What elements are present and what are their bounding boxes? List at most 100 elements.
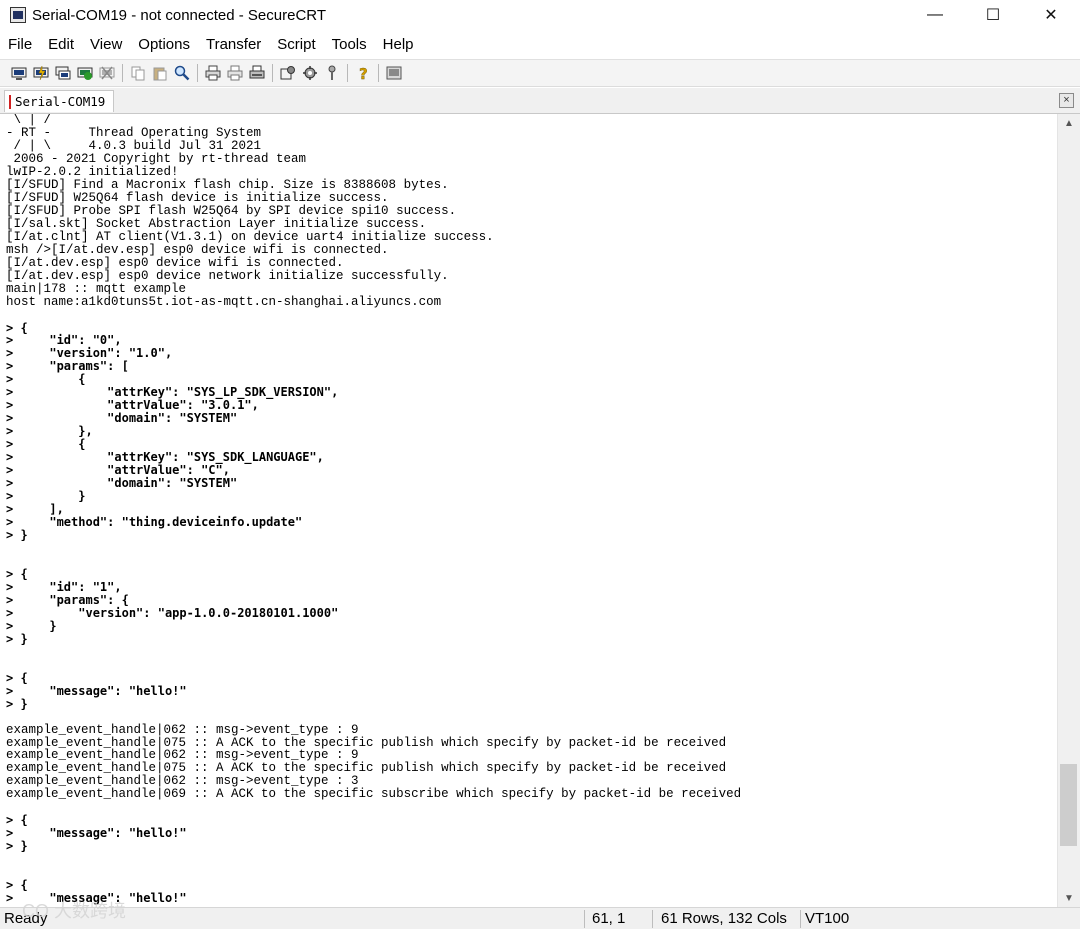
window-controls: — ☐ ✕ — [906, 0, 1080, 30]
status-divider — [652, 910, 653, 928]
maximize-button[interactable]: ☐ — [964, 0, 1022, 30]
terminal-line: > } — [6, 839, 28, 854]
terminal-line: > { — [6, 566, 28, 581]
emulation-mode: VT100 — [805, 910, 850, 927]
terminal-line: main|178 :: mqtt example — [6, 281, 187, 296]
find-icon[interactable] — [173, 64, 191, 82]
menu-bar: File Edit View Options Transfer Script T… — [0, 32, 422, 56]
session-tab-strip: Serial-COM19 × — [0, 88, 1080, 114]
terminal-line: > } — [6, 696, 28, 711]
menu-tools[interactable]: Tools — [324, 36, 375, 53]
connect-icon[interactable] — [10, 64, 28, 82]
toolbar-separator — [378, 64, 379, 82]
terminal-line: > } — [6, 528, 28, 542]
terminal-line: - RT - Thread Operating System — [6, 125, 262, 140]
menu-help[interactable]: Help — [375, 36, 422, 53]
terminal-output[interactable]: \ | / - RT - Thread Operating System / | … — [0, 114, 1057, 907]
terminal-line: / | \ 4.0.3 build Jul 31 2021 — [6, 138, 262, 153]
paste-icon[interactable] — [151, 64, 169, 82]
scrollbar-thumb[interactable] — [1060, 764, 1077, 846]
terminal-line: > "message": "hello!" — [6, 683, 187, 698]
scroll-down-arrow-icon[interactable]: ▼ — [1058, 889, 1080, 907]
terminal-line: [I/SFUD] Probe SPI flash W25Q64 by SPI d… — [6, 203, 457, 218]
menu-script[interactable]: Script — [269, 36, 323, 53]
title-bar: Serial-COM19 - not connected - SecureCRT… — [0, 0, 1080, 30]
menu-edit[interactable]: Edit — [40, 36, 82, 53]
toolbar-separator — [272, 64, 273, 82]
help-icon[interactable]: ? — [354, 64, 372, 82]
keymap-icon[interactable] — [323, 64, 341, 82]
terminal-line: example_event_handle|069 :: A ACK to the… — [6, 787, 742, 802]
svg-text:?: ? — [359, 65, 368, 81]
terminal-line: 2006 - 2021 Copyright by rt-thread team — [6, 151, 307, 166]
terminal-line: [I/SFUD] Find a Macronix flash chip. Siz… — [6, 177, 449, 192]
scroll-up-arrow-icon[interactable]: ▲ — [1058, 114, 1080, 132]
terminal-text: \ | / - RT - Thread Operating System / | … — [0, 114, 1057, 905]
terminal-size: 61 Rows, 132 Cols — [661, 910, 787, 927]
terminal-line: > "params": { — [6, 592, 129, 607]
menu-file[interactable]: File — [0, 36, 40, 53]
toolbar-separator — [122, 64, 123, 82]
terminal-line: > "domain": "SYSTEM" — [6, 411, 238, 426]
print-icon[interactable] — [204, 64, 222, 82]
terminal-line: > "message": "hello!" — [6, 891, 187, 906]
window-title: Serial-COM19 - not connected - SecureCRT — [32, 6, 327, 24]
toolbar: ? — [0, 59, 1080, 87]
terminal-line: > "version": "app-1.0.0-20180101.1000" — [6, 605, 339, 620]
terminal-line: > "id": "1", — [6, 579, 122, 594]
terminal-line: > } — [6, 618, 57, 633]
menu-options[interactable]: Options — [130, 36, 198, 53]
menu-view[interactable]: View — [82, 36, 130, 53]
status-bar: Ready 61, 1 61 Rows, 132 Cols VT100 — [0, 907, 1080, 929]
terminal-line: [I/sal.skt] Socket Abstraction Layer ini… — [6, 216, 427, 231]
terminal-line: > "params": [ — [6, 359, 129, 374]
terminal-line: > "method": "thing.deviceinfo.update" — [6, 515, 303, 530]
terminal-line: > }, — [6, 424, 93, 439]
terminal-line: host name:a1kd0tuns5t.iot-as-mqtt.cn-sha… — [6, 294, 442, 309]
global-options-icon[interactable] — [301, 64, 319, 82]
terminal-line: example_event_handle|062 :: msg->event_t… — [6, 722, 359, 737]
menu-transfer[interactable]: Transfer — [198, 36, 269, 53]
terminal-line: > { — [6, 670, 28, 685]
vertical-scrollbar[interactable]: ▲ ▼ — [1057, 114, 1080, 907]
connect-tab-icon[interactable] — [54, 64, 72, 82]
terminal-line: > { — [6, 320, 28, 335]
print-selection-icon[interactable] — [226, 64, 244, 82]
terminal-line: lwIP-2.0.2 initialized! — [6, 164, 179, 179]
terminal-line: [I/SFUD] W25Q64 flash device is initiali… — [6, 190, 389, 205]
toolbar-separator — [197, 64, 198, 82]
cursor-position: 61, 1 — [592, 910, 626, 927]
disconnect-icon[interactable] — [98, 64, 116, 82]
toolbar-separator — [347, 64, 348, 82]
terminal-line: > "message": "hello!" — [6, 826, 187, 841]
terminal-line: [I/at.dev.esp] esp0 device wifi is conne… — [6, 255, 344, 270]
minimize-button[interactable]: — — [906, 0, 964, 30]
terminal-line: > "version": "1.0", — [6, 346, 173, 361]
tab-serial-com19[interactable]: Serial-COM19 — [4, 90, 115, 112]
terminal-line: > } — [6, 631, 28, 646]
status-divider — [584, 910, 585, 928]
securecrt-app-icon[interactable] — [10, 7, 26, 23]
reconnect-icon[interactable] — [76, 64, 94, 82]
terminal-line: msh />[I/at.dev.esp] esp0 device wifi is… — [6, 242, 389, 257]
terminal-line: > "domain": "SYSTEM" — [6, 476, 238, 491]
copy-icon[interactable] — [129, 64, 147, 82]
print-setup-icon[interactable] — [248, 64, 266, 82]
terminal-line: [I/at.clnt] AT client(V1.3.1) on device … — [6, 229, 494, 244]
watermark-logo: CO 大数跨境 — [22, 901, 127, 921]
screen-icon[interactable] — [385, 64, 403, 82]
quick-connect-icon[interactable] — [32, 64, 50, 82]
close-tab-icon[interactable]: × — [1059, 93, 1074, 108]
terminal-line: > } — [6, 489, 86, 504]
close-button[interactable]: ✕ — [1022, 0, 1080, 30]
session-options-icon[interactable] — [279, 64, 297, 82]
terminal-line: [I/at.dev.esp] esp0 device network initi… — [6, 268, 449, 283]
